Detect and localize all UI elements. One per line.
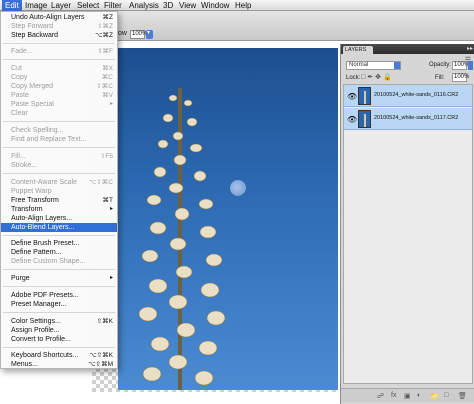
menu-item-purge[interactable]: Purge ▸ (1, 274, 117, 283)
menu-edit[interactable]: Edit (2, 0, 22, 11)
blend-mode-value: Normal (349, 62, 369, 68)
menu-help[interactable]: Help (232, 0, 254, 11)
menu-separator (3, 147, 115, 148)
menu-item-clear: Clear (11, 110, 28, 117)
collapse-icon[interactable]: ▸▸ (467, 45, 473, 52)
menu-item-stroke: Stroke... (11, 162, 38, 169)
menu-filter[interactable]: Filter (101, 0, 125, 11)
layer-thumbnail (358, 87, 371, 105)
menu-separator (3, 43, 115, 44)
menu-item-transform[interactable]: Transform ▸ (1, 205, 117, 214)
menu-item-undo[interactable]: Undo Auto-Align Layers ⌘Z (1, 13, 117, 22)
menu-item-paste: Paste ⌘V (11, 92, 113, 99)
menu-3d[interactable]: 3D (160, 0, 176, 11)
menu-image[interactable]: Image (22, 0, 50, 11)
trash-icon[interactable]: 🗑 (458, 392, 467, 400)
menu-window[interactable]: Window (198, 0, 232, 11)
blend-mode-select[interactable]: Normal (346, 61, 401, 70)
menu-item-content-aware-scale: Content-Aware Scale ⌥⇧⌘C (11, 179, 113, 186)
menu-bar: Edit Image Layer Select Filter Analysis … (0, 0, 474, 11)
menu-item-auto-blend-layers[interactable]: Auto-Blend Layers... (1, 223, 117, 232)
menu-select[interactable]: Select (74, 0, 102, 11)
fx-icon[interactable]: fx (391, 392, 396, 399)
zoom-stepper[interactable] (146, 29, 153, 39)
lock-label: Lock: (346, 75, 361, 81)
fill-label: Fill: (435, 75, 445, 81)
menu-item-convert-to-profile[interactable]: Convert to Profile... (1, 335, 117, 344)
menu-separator (3, 269, 115, 270)
menu-separator (3, 347, 115, 348)
menu-analysis[interactable]: Analysis (126, 0, 162, 11)
menu-item-fade: Fade... ⇧⌘F (11, 48, 113, 55)
panel-footer: ☍ fx ▣ ◐ 📁 □ 🗑 (341, 388, 474, 402)
menu-view[interactable]: View (176, 0, 199, 11)
menu-item-step-backward[interactable]: Step Backward ⌥⌘Z (1, 31, 117, 40)
eye-icon[interactable]: 👁 (347, 115, 357, 124)
layer-row[interactable]: 👁 20100524_white-sands_0116.CR2 (344, 85, 472, 107)
chevron-down-icon (394, 62, 400, 69)
menu-separator (3, 286, 115, 287)
zoom-label: ow (118, 30, 127, 37)
layers-panel: LAYERS ▸▸ ☰ Normal Opacity: 100% Lock: □… (340, 44, 474, 404)
panel-header: LAYERS ▸▸ (341, 44, 474, 54)
new-layer-icon[interactable]: □ (444, 392, 448, 399)
opacity-label: Opacity: (429, 62, 452, 68)
layer-name: 20100524_white-sands_0116.CR2 (374, 92, 459, 98)
folder-icon[interactable]: 📁 (430, 392, 439, 400)
mask-icon[interactable]: ▣ (404, 392, 411, 400)
menu-layer[interactable]: Layer (48, 0, 74, 11)
menu-separator (3, 59, 115, 60)
menu-item-fill: Fill... ⇧F5 (11, 153, 113, 160)
layers-list: 👁 20100524_white-sands_0116.CR2 👁 201005… (343, 84, 473, 384)
menu-item-define-pattern[interactable]: Define Pattern... (1, 248, 117, 257)
adjustment-icon[interactable]: ◐ (417, 392, 421, 399)
layer-row[interactable]: 👁 20100524_white-sands_0117.CR2 (344, 108, 472, 130)
opacity-field[interactable]: 100% (452, 61, 469, 70)
link-icon[interactable]: ☍ (377, 392, 384, 400)
menu-item-color-settings[interactable]: Color Settings... ⇧⌘K (1, 317, 117, 326)
menu-separator (3, 235, 115, 236)
menu-item-find-replace: Find and Replace Text... (11, 136, 87, 143)
menu-item-menus[interactable]: Menus... ⌥⇧⌘M (1, 360, 117, 369)
yucca-flower-illustration (138, 88, 226, 390)
menu-item-adobe-pdf-presets[interactable]: Adobe PDF Presets... (1, 291, 117, 300)
menu-item-preset-manager[interactable]: Preset Manager... (1, 300, 117, 309)
menu-item-check-spelling: Check Spelling... (11, 127, 64, 134)
menu-item-keyboard-shortcuts[interactable]: Keyboard Shortcuts... ⌥⇧⌘K (1, 351, 117, 360)
menu-separator (3, 173, 115, 174)
menu-separator (3, 121, 115, 122)
menu-item-puppet-warp: Puppet Warp (11, 188, 52, 195)
document-image[interactable] (118, 48, 338, 390)
edit-menu-dropdown: Undo Auto-Align Layers ⌘Z Step Forward ⇧⌘Z… (0, 11, 118, 369)
menu-item-auto-align-layers[interactable]: Auto-Align Layers... (1, 214, 117, 223)
eye-icon[interactable]: 👁 (347, 92, 357, 101)
menu-item-define-brush-preset[interactable]: Define Brush Preset... (1, 239, 117, 248)
menu-item-copy-merged: Copy Merged ⇧⌘C (11, 83, 113, 90)
menu-item-assign-profile[interactable]: Assign Profile... (1, 326, 117, 335)
menu-separator (3, 312, 115, 313)
menu-item-copy: Copy ⌘C (11, 74, 113, 81)
tab-layers[interactable]: LAYERS (343, 46, 373, 54)
menu-item-define-custom-shape: Define Custom Shape... (11, 258, 86, 265)
menu-item-free-transform[interactable]: Free Transform ⌘T (1, 196, 117, 205)
menu-item-step-forward: Step Forward ⇧⌘Z (11, 23, 113, 30)
opacity-stepper[interactable] (468, 61, 473, 70)
layer-name: 20100524_white-sands_0117.CR2 (374, 115, 459, 121)
layer-thumbnail (358, 110, 371, 128)
menu-item-paste-special: Paste Special ▸ (11, 101, 113, 108)
menu-item-cut: Cut ⌘X (11, 65, 113, 72)
fill-field[interactable]: 100% (452, 73, 469, 82)
lock-icons[interactable]: □✒✥🔒 (361, 73, 394, 81)
zoom-field[interactable]: 100% (130, 30, 147, 39)
